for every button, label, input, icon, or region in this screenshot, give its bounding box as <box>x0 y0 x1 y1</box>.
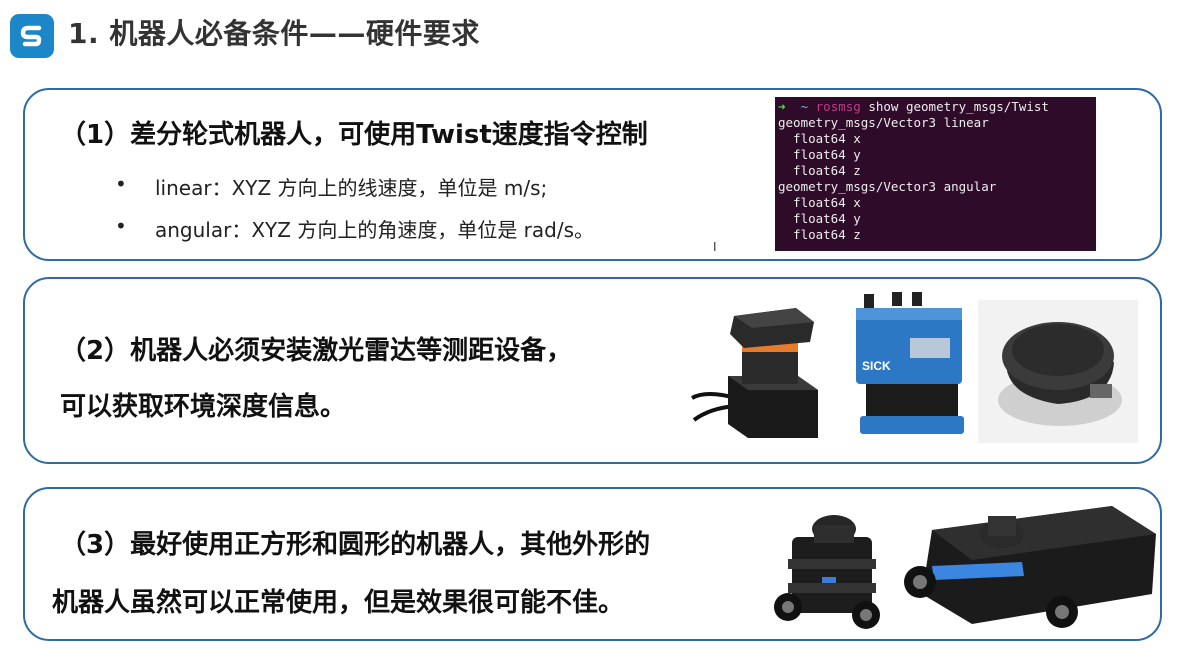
hokuyo-lidar-image <box>691 308 818 438</box>
terminal-line: float64 z <box>778 163 861 178</box>
bullet-linear: • linear：XYZ 方向上的线速度，单位是 m/s; <box>115 172 548 200</box>
terminal-line: float64 x <box>778 131 861 146</box>
turtlebot3-burger-image <box>774 515 880 629</box>
terminal-line: geometry_msgs/Vector3 linear <box>778 115 989 130</box>
terminal-output: ➜ ~ rosmsg show geometry_msgs/Twist geom… <box>775 97 1096 251</box>
bullet-angular: • angular：XYZ 方向上的角速度，单位是 rad/s。 <box>115 214 595 242</box>
section3-heading-line2: 机器人虽然可以正常使用，但是效果很可能不佳。 <box>52 588 625 618</box>
s-logo-icon <box>10 14 54 58</box>
section3-heading-line1: （3）最好使用正方形和圆形的机器人，其他外形的 <box>60 530 651 560</box>
rplidar-image <box>978 300 1138 443</box>
terminal-line: float64 y <box>778 211 861 226</box>
terminal-line: float64 z <box>778 227 861 242</box>
svg-text:SICK: SICK <box>862 359 891 373</box>
section2-heading-line2: 可以获取环境深度信息。 <box>60 392 347 422</box>
terminal-prompt-line: ➜ ~ rosmsg show geometry_msgs/Twist <box>778 99 1049 114</box>
section1-heading: （1）差分轮式机器人，可使用Twist速度指令控制 <box>60 120 648 150</box>
page-title: 1. 机器人必备条件——硬件要求 <box>68 17 480 50</box>
terminal-line: float64 x <box>778 195 861 210</box>
text-cursor-icon: I <box>713 240 717 254</box>
section2-heading-line1: （2）机器人必须安装激光雷达等测距设备， <box>60 336 573 366</box>
terminal-line: geometry_msgs/Vector3 angular <box>778 179 997 194</box>
terminal-line: float64 y <box>778 147 861 162</box>
sick-lidar-image: SICK <box>856 292 964 434</box>
turtlebot3-waffle-image <box>904 506 1156 628</box>
